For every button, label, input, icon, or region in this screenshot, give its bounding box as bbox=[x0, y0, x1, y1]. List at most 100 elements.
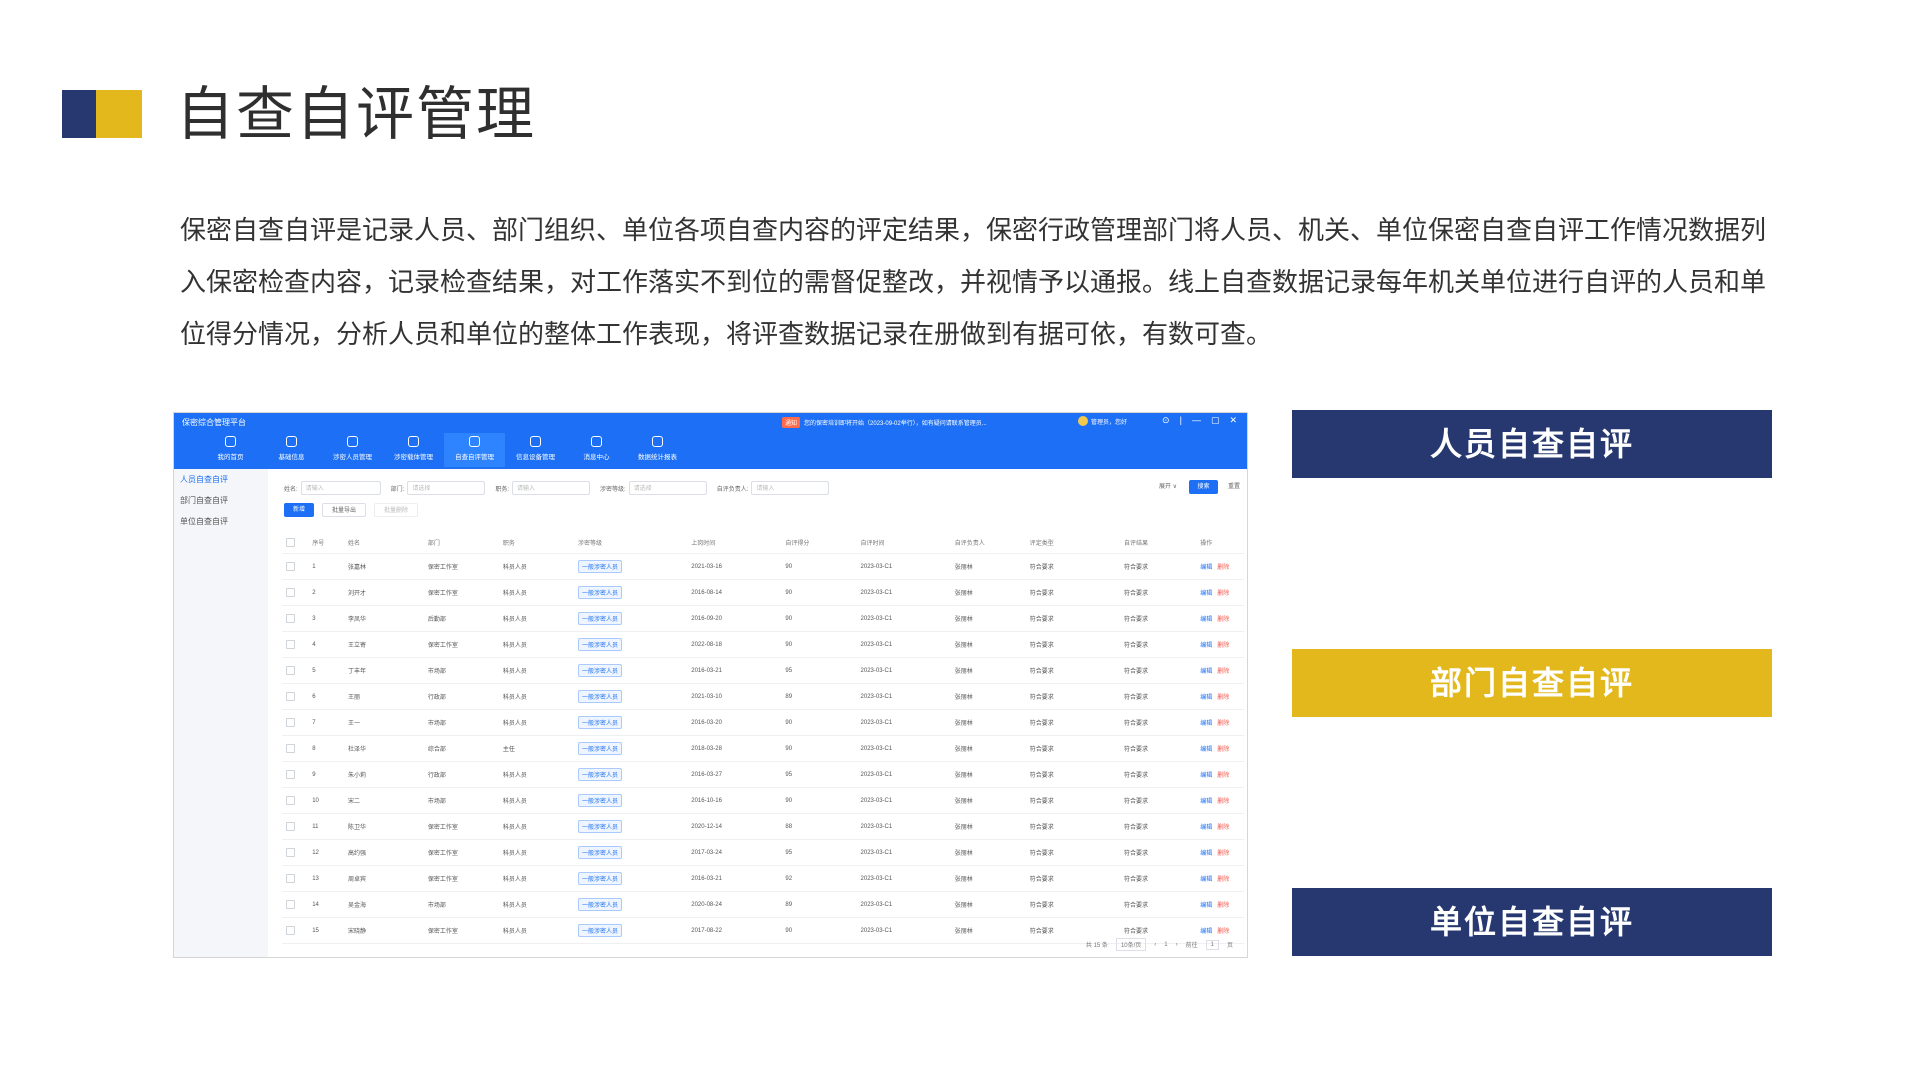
sidebar-item[interactable]: 单位自查自评 bbox=[174, 511, 268, 532]
row-checkbox[interactable] bbox=[286, 770, 295, 779]
batch-delete-button[interactable]: 批量删除 bbox=[374, 503, 419, 517]
edit-link[interactable]: 编辑 bbox=[1200, 929, 1212, 935]
table-row[interactable]: 2 刘开才 保密工作室 科员人员 一般涉密人员 2016-08-14 90 2023-03-C… bbox=[282, 579, 1244, 606]
notice-bar[interactable]: 通知 您的保密培训即将开始（2023-09-02举行），如有疑问请联系管理员..… bbox=[782, 417, 987, 428]
window-control[interactable]: ✕ bbox=[1229, 415, 1237, 426]
reset-button[interactable]: 重置 bbox=[1228, 481, 1240, 490]
row-checkbox[interactable] bbox=[286, 822, 295, 831]
delete-link[interactable]: 删除 bbox=[1217, 721, 1229, 727]
delete-link[interactable]: 删除 bbox=[1217, 643, 1229, 649]
row-checkbox[interactable] bbox=[286, 796, 295, 805]
edit-link[interactable]: 编辑 bbox=[1200, 747, 1212, 753]
edit-link[interactable]: 编辑 bbox=[1200, 773, 1212, 779]
batch-export-button[interactable]: 批量导出 bbox=[322, 503, 367, 517]
table-row[interactable]: 11 陈卫华 保密工作室 科员人员 一般涉密人员 2020-12-14 88 2023-03-… bbox=[282, 813, 1244, 840]
edit-link[interactable]: 编辑 bbox=[1200, 565, 1212, 571]
delete-link[interactable]: 删除 bbox=[1217, 565, 1229, 571]
delete-link[interactable]: 删除 bbox=[1217, 799, 1229, 805]
filter-input[interactable]: 请选择 bbox=[407, 481, 486, 495]
table-row[interactable]: 9 朱小莉 行政部 科员人员 一般涉密人员 2016-03-27 95 2023-03-C1 张… bbox=[282, 761, 1244, 788]
window-control[interactable]: ⊙ bbox=[1162, 415, 1170, 426]
goto-page-input[interactable]: 1 bbox=[1205, 939, 1219, 950]
nav-item[interactable]: 涉密载体管理 bbox=[383, 433, 444, 467]
row-checkbox[interactable] bbox=[286, 874, 295, 883]
next-page-icon[interactable]: › bbox=[1176, 942, 1178, 948]
edit-link[interactable]: 编辑 bbox=[1200, 669, 1212, 675]
row-checkbox[interactable] bbox=[286, 666, 295, 675]
row-checkbox[interactable] bbox=[286, 692, 295, 701]
delete-link[interactable]: 删除 bbox=[1217, 747, 1229, 753]
filter-input[interactable]: 请输入 bbox=[751, 481, 830, 495]
table-row[interactable]: 5 丁丰年 市场部 科员人员 一般涉密人员 2016-03-21 95 2023-03-C1 张… bbox=[282, 657, 1244, 684]
row-checkbox[interactable] bbox=[286, 744, 295, 753]
nav-item[interactable]: 涉密人员管理 bbox=[322, 433, 383, 467]
edit-link[interactable]: 编辑 bbox=[1200, 643, 1212, 649]
select-all-checkbox[interactable] bbox=[286, 537, 295, 547]
nav-item[interactable]: 消息中心 bbox=[566, 433, 627, 467]
edit-link[interactable]: 编辑 bbox=[1200, 799, 1212, 805]
sidebar-item[interactable]: 人员自查自评 bbox=[174, 469, 268, 490]
edit-link[interactable]: 编辑 bbox=[1200, 591, 1212, 597]
table-row[interactable]: 12 高约强 保密工作室 科员人员 一般涉密人员 2017-03-24 95 2023-03-… bbox=[282, 839, 1244, 866]
delete-link[interactable]: 删除 bbox=[1217, 695, 1229, 701]
nav-item[interactable]: 我的首页 bbox=[200, 433, 261, 467]
edit-link[interactable]: 编辑 bbox=[1200, 877, 1212, 883]
table-row[interactable]: 13 周卓宾 保密工作室 科员人员 一般涉密人员 2016-03-21 92 2023-03-… bbox=[282, 865, 1244, 892]
edit-link[interactable]: 编辑 bbox=[1200, 825, 1212, 831]
table-row[interactable]: 7 王一 市场部 科员人员 一般涉密人员 2016-03-20 90 2023-03-C1 张丽… bbox=[282, 709, 1244, 736]
expand-button[interactable]: 展开 ∨ bbox=[1159, 481, 1177, 490]
category-personnel-button[interactable]: 人员自查自评 bbox=[1292, 410, 1772, 478]
delete-link[interactable]: 删除 bbox=[1217, 617, 1229, 623]
edit-link[interactable]: 编辑 bbox=[1200, 721, 1212, 727]
table-row[interactable]: 3 李凤华 后勤部 科员人员 一般涉密人员 2016-09-20 90 2023-03-C1 张… bbox=[282, 605, 1244, 632]
row-checkbox[interactable] bbox=[286, 614, 295, 623]
table-row[interactable]: 1 张嘉林 保密工作室 科员人员 一般涉密人员 2021-03-16 90 2023-03-C… bbox=[282, 553, 1244, 580]
category-unit-button[interactable]: 单位自查自评 bbox=[1292, 888, 1772, 956]
delete-link[interactable]: 删除 bbox=[1217, 825, 1229, 831]
delete-link[interactable]: 删除 bbox=[1217, 851, 1229, 857]
category-department-button[interactable]: 部门自查自评 bbox=[1292, 649, 1772, 717]
row-checkbox[interactable] bbox=[286, 848, 295, 857]
row-checkbox[interactable] bbox=[286, 640, 295, 649]
row-checkbox[interactable] bbox=[286, 588, 295, 597]
row-checkbox[interactable] bbox=[286, 562, 295, 571]
user-menu[interactable]: 管理员，您好 bbox=[1078, 416, 1127, 426]
filter-input[interactable]: 请输入 bbox=[300, 481, 381, 495]
edit-link[interactable]: 编辑 bbox=[1200, 695, 1212, 701]
delete-link[interactable]: 删除 bbox=[1217, 591, 1229, 597]
table-row[interactable]: 6 王丽 行政部 科员人员 一般涉密人员 2021-03-10 89 2023-03-C1 张丽… bbox=[282, 683, 1244, 710]
table-row[interactable]: 14 吴金海 市场部 科员人员 一般涉密人员 2020-08-24 89 2023-03-C1… bbox=[282, 891, 1244, 918]
table-row[interactable]: 4 王立寄 保密工作室 科员人员 一般涉密人员 2022-08-18 90 2023-03-C… bbox=[282, 631, 1244, 658]
table-cell: 符合要求 bbox=[1119, 865, 1197, 892]
filter-input[interactable]: 请输入 bbox=[512, 481, 591, 495]
row-checkbox[interactable] bbox=[286, 926, 295, 935]
table-row[interactable]: 10 宋二 市场部 科员人员 一般涉密人员 2016-10-16 90 2023-03-C1 张… bbox=[282, 787, 1244, 814]
delete-link[interactable]: 删除 bbox=[1217, 877, 1229, 883]
row-checkbox[interactable] bbox=[286, 718, 295, 727]
window-control[interactable]: ▢ bbox=[1211, 415, 1220, 426]
window-control[interactable]: — bbox=[1192, 415, 1201, 426]
edit-link[interactable]: 编辑 bbox=[1200, 903, 1212, 909]
nav-item[interactable]: 数据统计报表 bbox=[627, 433, 688, 467]
nav-item[interactable]: 基础信息 bbox=[261, 433, 322, 467]
table-cell: 李凤华 bbox=[343, 605, 424, 632]
edit-link[interactable]: 编辑 bbox=[1200, 617, 1212, 623]
add-button[interactable]: 新增 bbox=[284, 503, 315, 517]
nav-item[interactable]: 信息设备管理 bbox=[505, 433, 566, 467]
prev-page-icon[interactable]: ‹ bbox=[1154, 942, 1156, 948]
window-control[interactable]: | bbox=[1180, 415, 1182, 426]
delete-link[interactable]: 删除 bbox=[1217, 773, 1229, 779]
security-level-tag: 一般涉密人员 bbox=[578, 742, 623, 755]
delete-link[interactable]: 删除 bbox=[1217, 903, 1229, 909]
page-size-select[interactable]: 10条/页 bbox=[1115, 938, 1147, 951]
nav-item[interactable]: 自查自评管理 bbox=[444, 433, 505, 467]
row-checkbox[interactable] bbox=[286, 900, 295, 909]
page-number[interactable]: 1 bbox=[1164, 942, 1167, 948]
search-button[interactable]: 搜索 bbox=[1189, 480, 1218, 494]
filter-input[interactable]: 请选择 bbox=[628, 481, 707, 495]
sidebar-item[interactable]: 部门自查自评 bbox=[174, 490, 268, 511]
delete-link[interactable]: 删除 bbox=[1217, 669, 1229, 675]
delete-link[interactable]: 删除 bbox=[1217, 929, 1229, 935]
edit-link[interactable]: 编辑 bbox=[1200, 851, 1212, 857]
table-row[interactable]: 8 杜泽华 综合部 主任 一般涉密人员 2018-03-28 90 2023-03-C1 张丽林… bbox=[282, 735, 1244, 762]
